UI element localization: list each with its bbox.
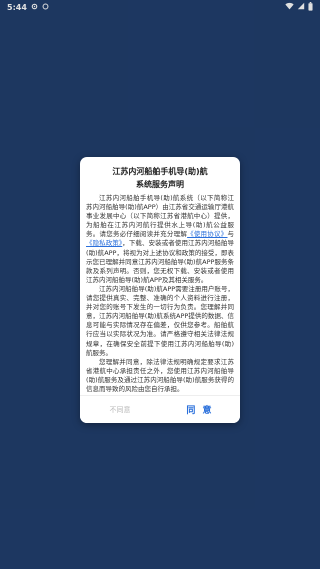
paragraph-1-text-b: 与 — [227, 230, 234, 239]
terms-link[interactable]: 《使用协议》 — [187, 230, 227, 238]
dialog-body[interactable]: 江苏内河船舶手机导(助)航系统（以下简称江苏内河船舶导(助)航APP）由江苏省交… — [86, 194, 234, 394]
dialog-title: 江苏内河船舶手机导(助)航 系统服务声明 — [80, 157, 240, 191]
dialog-footer: 不同意 同 意 — [80, 395, 240, 423]
dialog-paragraph-2: 江苏内河船舶导(助)航APP需要注册用户账号，请您提供真实、完整、准确的个人资料… — [86, 284, 234, 357]
disagree-button[interactable]: 不同意 — [80, 396, 160, 423]
service-statement-dialog: 江苏内河船舶手机导(助)航 系统服务声明 江苏内河船舶手机导(助)航系统（以下简… — [80, 157, 240, 423]
agree-button[interactable]: 同 意 — [160, 396, 240, 423]
privacy-link[interactable]: 《隐私政策》 — [86, 239, 122, 247]
dialog-title-line1: 江苏内河船舶手机导(助)航 — [112, 167, 208, 176]
dialog-paragraph-3: 您理解并同意，除法律法规明确规定要求江苏省港航中心承担责任之外，您使用江苏内河船… — [86, 357, 234, 393]
dialog-paragraph-1: 江苏内河船舶手机导(助)航系统（以下简称江苏内河船舶导(助)航APP）由江苏省交… — [86, 194, 234, 285]
dialog-title-line2: 系统服务声明 — [136, 180, 184, 189]
